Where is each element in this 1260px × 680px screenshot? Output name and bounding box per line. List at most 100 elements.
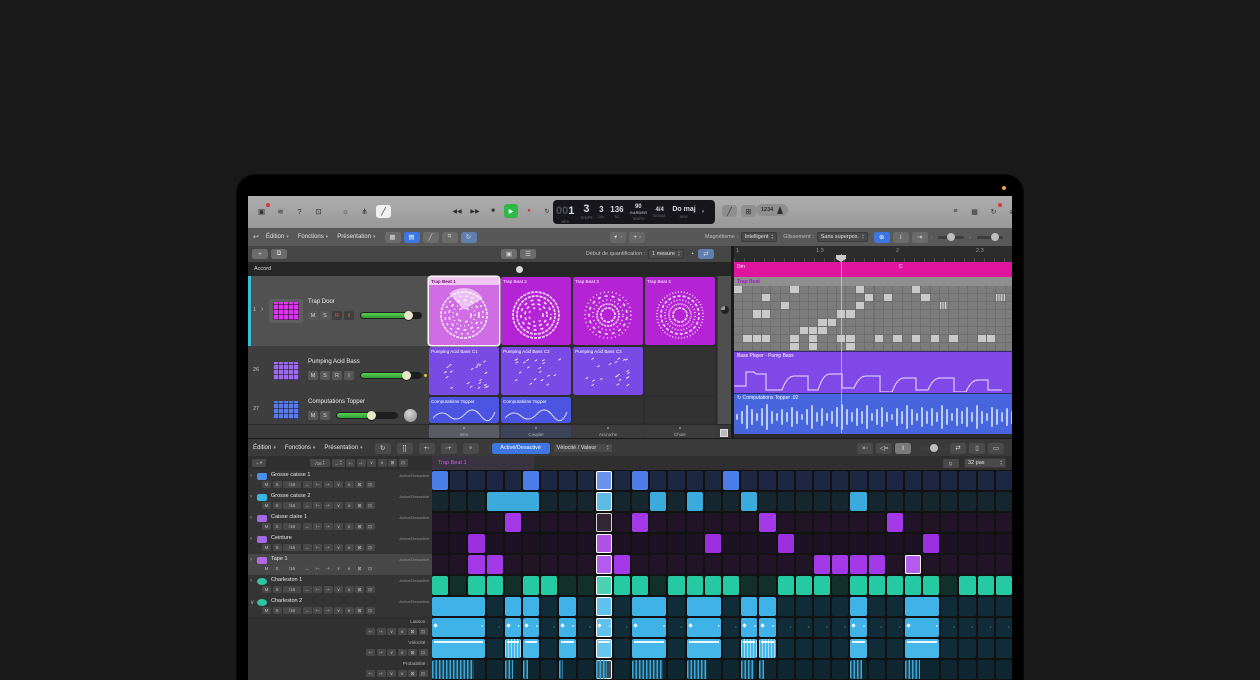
horizontal-zoom-slider[interactable] [977, 236, 1003, 239]
pattern-cell-on[interactable] [781, 302, 789, 309]
pattern-cell-on[interactable] [734, 286, 742, 293]
step-off[interactable] [450, 534, 466, 553]
add-pattern-button[interactable]: + ▾ [252, 459, 266, 467]
step-off[interactable] [741, 555, 757, 574]
fill-button[interactable]: ⊡ [366, 586, 375, 593]
step-off[interactable] [541, 660, 557, 679]
step-off[interactable] [814, 513, 830, 532]
down-button[interactable]: ∨ [334, 607, 343, 614]
step-off[interactable]: ▸ [959, 618, 975, 637]
step-off[interactable] [941, 513, 957, 532]
instrument-icon[interactable] [269, 398, 303, 422]
mixer-icon[interactable]: ▦ [967, 205, 982, 218]
step-off[interactable] [996, 597, 1012, 616]
pattern-cell-on[interactable] [846, 343, 854, 350]
step-off[interactable] [578, 513, 594, 532]
step-off[interactable]: ▸ [578, 618, 594, 637]
pointer-tool-button[interactable]: ➤▾ [610, 232, 626, 243]
pattern-cell-on[interactable] [912, 286, 920, 293]
step-off[interactable] [869, 471, 885, 490]
step-off[interactable] [650, 555, 666, 574]
mute-button[interactable]: M [262, 523, 271, 530]
text-tool-icon[interactable]: I [895, 443, 911, 454]
step-on[interactable] [796, 576, 812, 595]
step-off[interactable] [687, 513, 703, 532]
step-on[interactable]: ▸ [432, 618, 485, 637]
step-on[interactable] [432, 597, 485, 616]
step-off[interactable] [741, 471, 757, 490]
division-stepper[interactable]: /16 [283, 544, 301, 551]
step-off[interactable] [978, 597, 994, 616]
magnetism-select[interactable]: Intelligent▴▾ [741, 232, 777, 242]
step-on[interactable] [596, 576, 612, 595]
up-button[interactable]: ∧ [345, 481, 354, 488]
step-on[interactable] [814, 555, 830, 574]
rewind-button[interactable]: ◀◀ [450, 204, 464, 218]
down-button[interactable]: ∨ [334, 565, 343, 572]
seq-menu-edition[interactable]: Édition▾ [253, 445, 276, 451]
pattern-cell-on[interactable] [940, 302, 948, 309]
pattern-cell-on[interactable] [912, 335, 920, 342]
step-off[interactable] [759, 471, 775, 490]
step-on[interactable]: ▸ [741, 618, 757, 637]
clear-button[interactable]: ⊠ [355, 586, 364, 593]
step-on[interactable] [523, 660, 539, 679]
step-off[interactable] [759, 576, 775, 595]
step-on[interactable] [541, 576, 557, 595]
up-button[interactable]: ∧ [345, 586, 354, 593]
step-off[interactable] [887, 555, 903, 574]
play-button[interactable]: ▶ [504, 204, 518, 218]
step-on[interactable] [978, 576, 994, 595]
step-off[interactable] [796, 639, 812, 658]
pattern-cell-on[interactable] [893, 335, 901, 342]
step-off[interactable]: ▸ [487, 618, 503, 637]
cycle-button[interactable]: ↻ [540, 204, 554, 218]
step-on[interactable] [923, 534, 939, 553]
step-on[interactable] [869, 555, 885, 574]
step-off[interactable] [578, 534, 594, 553]
step-on[interactable] [850, 492, 866, 511]
seq-track-header[interactable]: ∨Charleston 2Activé/DesactivéMS/16→+◦◦+∨… [248, 596, 432, 618]
clear-button[interactable]: ⊠ [355, 607, 364, 614]
step-off[interactable] [941, 471, 957, 490]
pattern-cell-on[interactable] [809, 343, 817, 350]
step-off[interactable]: ▸ [814, 618, 830, 637]
step-off[interactable] [705, 492, 721, 511]
seq-menu-presentation[interactable]: Présentation▾ [324, 445, 362, 451]
mute-button[interactable]: M [262, 502, 271, 509]
step-off[interactable] [887, 597, 903, 616]
step-off[interactable] [723, 639, 739, 658]
enable-toggle-label[interactable]: Activé/Desactivé [399, 599, 429, 604]
disclosure-icon[interactable]: › [250, 473, 252, 479]
scene-trigger[interactable]: ^Chute [645, 425, 715, 439]
swap-button[interactable]: ⇄ [698, 249, 714, 259]
loop-cell[interactable]: Trap Beat 3 [573, 277, 643, 345]
grid-view-icon[interactable]: ▦ [385, 232, 401, 243]
io-labels-icon[interactable]: ⇄ [1005, 205, 1012, 218]
vertical-zoom-slider[interactable] [938, 236, 964, 239]
step-off[interactable] [814, 597, 830, 616]
step-off[interactable] [778, 597, 794, 616]
step-off[interactable] [959, 639, 975, 658]
step-on[interactable] [778, 576, 794, 595]
step-off[interactable] [559, 492, 575, 511]
rotate-stepper[interactable]: → ▴▾ [332, 459, 345, 467]
step-off[interactable] [741, 576, 757, 595]
mute-button[interactable]: M [262, 544, 271, 551]
step-off[interactable] [959, 471, 975, 490]
step-off[interactable] [832, 660, 848, 679]
step-off[interactable] [505, 576, 521, 595]
step-off[interactable] [559, 513, 575, 532]
step-on[interactable] [632, 660, 666, 679]
loupe-button[interactable]: Q [943, 459, 959, 468]
loop-cell[interactable]: Trap Beat 1 [429, 277, 499, 345]
step-off[interactable] [559, 534, 575, 553]
mute-button[interactable]: M [308, 311, 318, 320]
step-on[interactable] [523, 471, 539, 490]
step-on[interactable] [432, 660, 485, 679]
steps-count-select[interactable]: 32 pas▴▾ [964, 458, 1006, 468]
note-right-button[interactable]: ◦+ [324, 544, 333, 551]
pattern-cell-on[interactable] [762, 335, 770, 342]
step-on[interactable] [741, 492, 757, 511]
step-off[interactable] [668, 513, 684, 532]
